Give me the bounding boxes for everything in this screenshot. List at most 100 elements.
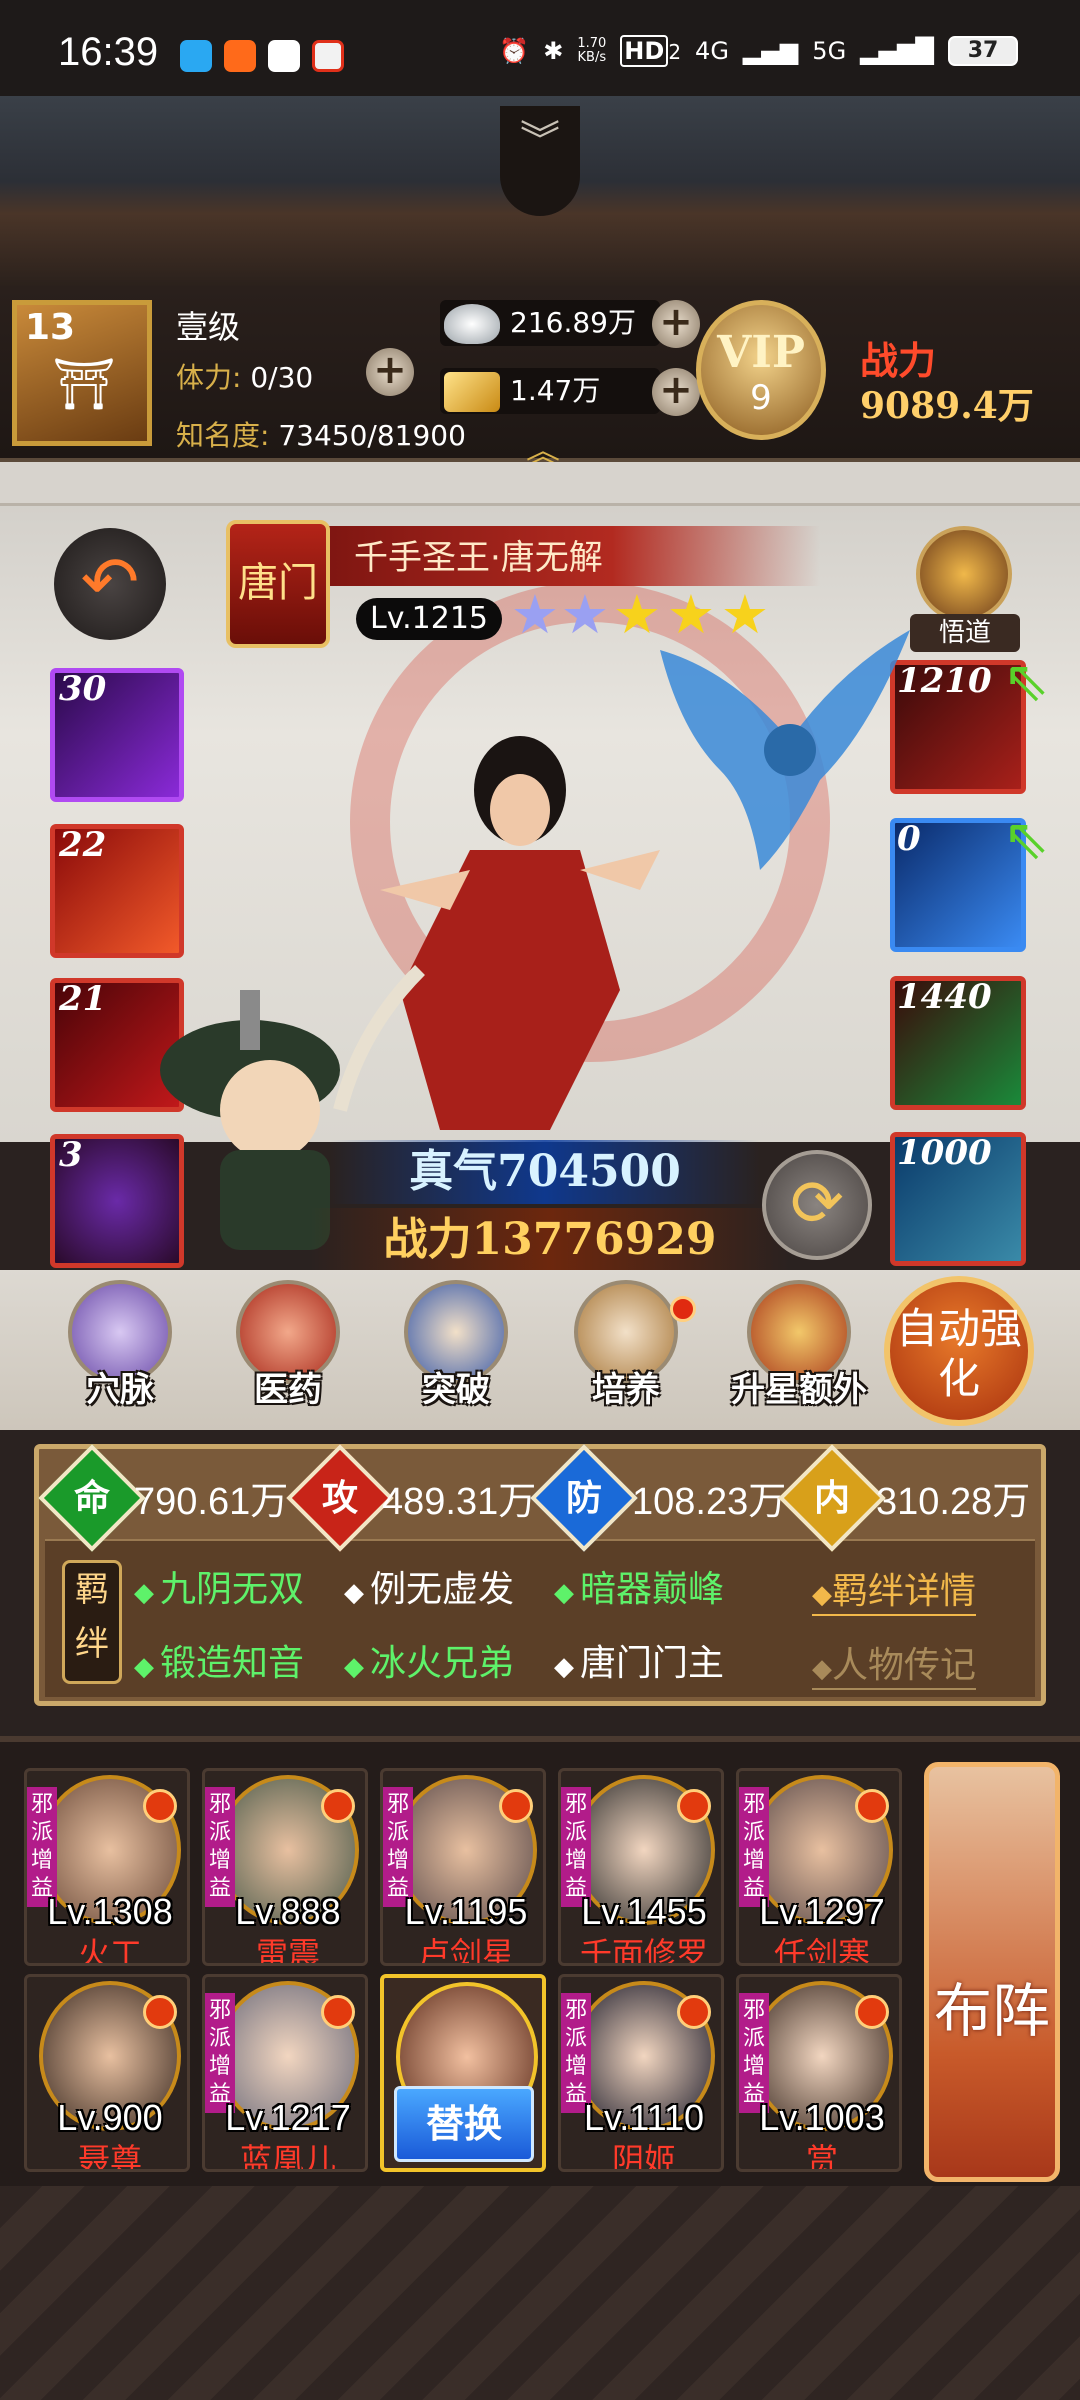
battery-icon: 37 bbox=[948, 36, 1018, 66]
lineup-hero-card[interactable]: 邪派增益 Lv.1455 千面修罗 bbox=[558, 1768, 724, 1966]
formation-button[interactable]: 布阵 bbox=[924, 1762, 1060, 2182]
bonds-tag: 羁绊 bbox=[62, 1560, 122, 1684]
biography-link[interactable]: ◆人物传记 bbox=[812, 1636, 977, 1690]
attack-value: 489.31万 bbox=[382, 1481, 537, 1523]
roof-banner: ︾ bbox=[0, 96, 1080, 286]
upgrade-arrow-icon: ⇖ bbox=[1002, 649, 1050, 714]
hero-illustration bbox=[333, 736, 660, 1130]
lineup-hero-card[interactable]: 邪派增益 Lv.1110 阴姬 bbox=[558, 1974, 724, 2172]
true-qi-value: 真气704500 bbox=[330, 1140, 760, 1204]
hd-icon: HD 2 bbox=[620, 35, 681, 67]
azure-bird-illustration bbox=[660, 630, 910, 870]
faction-buff-tag: 邪派增益 bbox=[739, 1993, 769, 2113]
upgrade-arrow-icon: ⇖ bbox=[1002, 807, 1050, 872]
notification-dot-icon bbox=[677, 1789, 711, 1823]
total-power: 战力 9089.4万 bbox=[860, 338, 1034, 427]
star-purple-icon: ★ bbox=[510, 583, 560, 646]
bluetooth-icon: ✱ bbox=[543, 37, 564, 65]
signal-4g-icon: 4G bbox=[695, 37, 729, 65]
fame: 知名度: 73450/81900 bbox=[176, 419, 466, 452]
pavilion-icon: ⛩ bbox=[52, 355, 116, 413]
menu-item-cultivate[interactable]: 培养 bbox=[566, 1280, 686, 1411]
clock: 16:39 bbox=[58, 30, 159, 74]
signal-bars-icon: ▂▄▆ bbox=[742, 37, 799, 65]
defense-value: 108.23万 bbox=[632, 1481, 787, 1523]
notification-dot-icon bbox=[855, 1789, 889, 1823]
star-purple-icon: ★ bbox=[560, 583, 610, 646]
add-silver-button[interactable]: + bbox=[652, 300, 700, 348]
notification-dot-icon bbox=[321, 1789, 355, 1823]
signal-bars-icon-2: ▂▄▆█ bbox=[860, 37, 934, 65]
refresh-hero-button[interactable]: ⟳ bbox=[762, 1150, 872, 1260]
notification-dot-icon bbox=[143, 1995, 177, 2029]
lineup-hero-card[interactable]: Lv.900 聂尊 bbox=[24, 1974, 190, 2172]
bond-item: ◆ 九阴无双 bbox=[134, 1569, 305, 1610]
notification-dot-icon bbox=[143, 1789, 177, 1823]
player-level: 13 bbox=[25, 307, 76, 348]
skill-slot-2[interactable]: 22 bbox=[50, 824, 184, 958]
meditation-icon bbox=[916, 526, 1012, 622]
inner-power-value: 310.28万 bbox=[876, 1481, 1031, 1523]
bottom-decor bbox=[0, 2186, 1080, 2400]
add-stamina-button[interactable]: + bbox=[366, 348, 414, 396]
swap-button[interactable]: 替换 bbox=[394, 2086, 534, 2162]
sect-seal-badge: 唐门 bbox=[226, 520, 330, 648]
menu-item-star-extra[interactable]: 升星额外 bbox=[724, 1280, 874, 1411]
faction-buff-tag: 邪派增益 bbox=[205, 1993, 235, 2113]
menu-item-meridian[interactable]: 穴脉 bbox=[60, 1280, 180, 1411]
lineup-hero-card[interactable]: 邪派增益 Lv.1217 蓝凰儿 bbox=[202, 1974, 368, 2172]
lineup-hero-card[interactable]: 邪派增益 Lv.888 雷震 bbox=[202, 1768, 368, 1966]
back-button[interactable]: ↶ bbox=[54, 528, 166, 640]
hero-name: 千手圣王·唐无解 bbox=[354, 538, 603, 578]
bond-item: ◆ 锻造知音 bbox=[134, 1643, 305, 1684]
player-avatar[interactable]: 13 ⛩ bbox=[12, 300, 152, 446]
bond-item: ◆ 暗器巅峰 bbox=[554, 1569, 725, 1610]
lineup-hero-card[interactable]: 邪派增益 Lv.1308 火工 bbox=[24, 1768, 190, 1966]
signal-5g-icon: 5G bbox=[812, 37, 847, 65]
faction-buff-tag: 邪派增益 bbox=[561, 1787, 591, 1907]
menu-item-breakthrough[interactable]: 突破 bbox=[396, 1280, 516, 1411]
bond-item: ◆ 唐门门主 bbox=[554, 1643, 725, 1684]
notification-dot-icon bbox=[499, 1789, 533, 1823]
collapse-chevron-icon[interactable]: ︾ bbox=[500, 106, 580, 216]
map-icon bbox=[312, 40, 344, 72]
bond-item: ◆ 冰火兄弟 bbox=[344, 1643, 515, 1684]
bond-item: ◆ 例无虚发 bbox=[344, 1569, 515, 1610]
lineup-hero-card[interactable]: 邪派增益 Lv.1297 任剑寒 bbox=[736, 1768, 902, 1966]
hero-power-value: 战力13776929 bbox=[310, 1208, 790, 1272]
lineup-hero-card[interactable]: 邪派增益 Lv.1195 卢剑星 bbox=[380, 1768, 546, 1966]
add-gold-button[interactable]: + bbox=[652, 368, 700, 416]
app-icon bbox=[268, 40, 300, 72]
qq-icon bbox=[180, 40, 212, 72]
faction-buff-tag: 邪派增益 bbox=[27, 1787, 57, 1907]
lineup-swap-slot[interactable]: 替换 bbox=[380, 1974, 546, 2172]
notification-dot-icon bbox=[670, 1296, 696, 1322]
player-title: 壹级 bbox=[176, 308, 241, 346]
vip-badge[interactable]: VIP 9 bbox=[696, 300, 826, 440]
auto-enhance-button[interactable]: 自动强化 bbox=[884, 1276, 1034, 1426]
system-icons: ⏰ ✱ 1.70 KB/s HD 2 4G ▂▄▆ 5G ▂▄▆█ 37 bbox=[499, 35, 1018, 67]
equip-slot-book[interactable]: 1440 bbox=[890, 976, 1026, 1110]
gold-ingot-icon bbox=[444, 372, 500, 412]
skill-slot-1[interactable]: 30 bbox=[50, 668, 184, 802]
enlightenment-button[interactable]: 悟道 bbox=[904, 526, 1024, 654]
stamina: 体力: 0/30 bbox=[176, 361, 314, 394]
silver-ingot-icon bbox=[444, 304, 500, 344]
menu-item-medicine[interactable]: 医药 bbox=[228, 1280, 348, 1411]
bond-details-link[interactable]: ◆羁绊详情 bbox=[812, 1562, 977, 1616]
faction-buff-tag: 邪派增益 bbox=[383, 1787, 413, 1907]
scene-top-band bbox=[0, 462, 1080, 506]
hp-value: 790.61万 bbox=[134, 1481, 289, 1523]
faction-buff-tag: 邪派增益 bbox=[739, 1787, 769, 1907]
faction-buff-tag: 邪派增益 bbox=[561, 1993, 591, 2113]
status-bar: 16:39 ⏰ ✱ 1.70 KB/s HD 2 4G ▂▄▆ 5G ▂▄▆█ 3… bbox=[0, 0, 1080, 96]
alarm-icon: ⏰ bbox=[499, 37, 530, 65]
equip-slot-mount[interactable]: 1000 bbox=[890, 1132, 1026, 1266]
taobao-icon bbox=[224, 40, 256, 72]
lineup-hero-card[interactable]: 邪派增益 Lv.1003 赏 bbox=[736, 1974, 902, 2172]
hero-level: Lv.1215 bbox=[356, 598, 503, 640]
net-speed: 1.70 KB/s bbox=[577, 36, 607, 65]
notification-dot-icon bbox=[677, 1995, 711, 2029]
faction-buff-tag: 邪派增益 bbox=[205, 1787, 235, 1907]
notification-icons bbox=[180, 40, 344, 72]
